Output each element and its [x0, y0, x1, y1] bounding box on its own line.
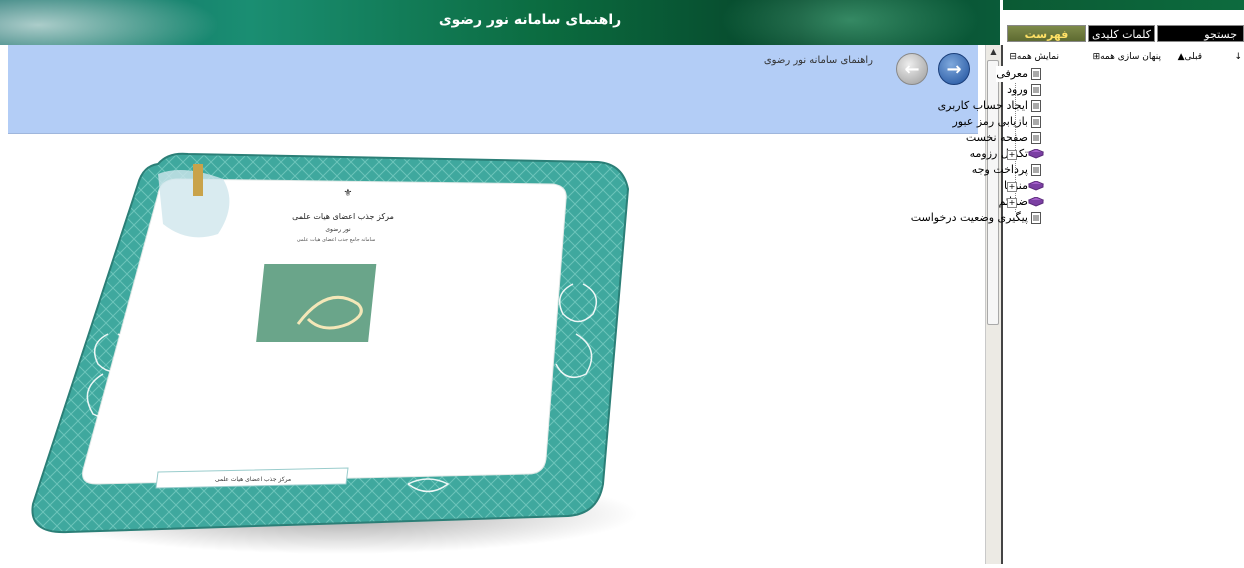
nav-tabs: فهرست کلمات کلیدی جستجو [1003, 25, 1244, 43]
toc-item[interactable]: صفحه نخست [966, 130, 1244, 146]
expand-toggle-icon[interactable]: + [1007, 150, 1017, 160]
topic-content: ⚜ مرکز جذب اعضای هیات علمی نور رضوی ساما… [8, 134, 978, 564]
page-icon [1031, 212, 1041, 224]
forward-button[interactable]: → [938, 53, 970, 85]
doc-emblem: ⚜ [344, 188, 353, 199]
page-icon [1031, 164, 1041, 176]
back-button[interactable]: ← [896, 53, 928, 85]
toc-item[interactable]: ایجاد حساب کاربری [938, 98, 1244, 114]
scroll-up-icon[interactable]: ▲ [986, 45, 1001, 59]
toc-item[interactable]: معرفی [996, 66, 1244, 82]
header-banner: راهنمای سامانه نور رضوی [0, 0, 1000, 45]
page-icon [1031, 100, 1041, 112]
toc-item[interactable]: پیگیری وضعیت درخواست [911, 210, 1244, 226]
arrow-right-icon: → [946, 58, 962, 80]
book-icon [1028, 149, 1044, 159]
topic-title: راهنمای سامانه نور رضوی [763, 55, 873, 66]
arrow-left-icon: ← [904, 58, 920, 80]
toc-folder[interactable]: تکمیل رزومه + [970, 146, 1244, 162]
toc-item-label: پیگیری وضعیت درخواست [910, 211, 1028, 224]
tab-keywords[interactable]: کلمات کلیدی [1088, 25, 1155, 42]
collapse-all-label: پنهان سازی همه [1100, 52, 1161, 62]
navigation-pane: فهرست کلمات کلیدی جستجو ↓ قبلی▲ پنهان سا… [911, 0, 1244, 564]
toc-item-label: معرفی [996, 66, 1028, 82]
toc-item[interactable]: بازیابی رمز عبور [952, 114, 1244, 130]
toc-item-label: ورود [1007, 83, 1028, 96]
toc-item-label: تکمیل رزومه [969, 147, 1028, 160]
previous-label: قبلی [1184, 52, 1203, 62]
topic-title-bar: راهنمای سامانه نور رضوی ← → [8, 45, 978, 134]
toc-item-label: ایجاد حساب کاربری [937, 99, 1028, 112]
move-down-button[interactable]: ↓ [1234, 52, 1242, 62]
expand-all-button[interactable]: نمایش همه⊟ [1009, 52, 1059, 62]
doc-header-line1: مرکز جذب اعضای هیات علمی [292, 212, 394, 221]
toc-item[interactable]: پرداخت وجه [972, 162, 1244, 178]
toc-tree: معرفی ورود ایجاد حساب کاربری بازیابی رمز… [911, 66, 1244, 226]
book-icon [1028, 197, 1044, 207]
frame-footer-label: مرکز جذب اعضای هیات علمی [215, 476, 291, 483]
page-icon [1031, 68, 1041, 80]
expand-toggle-icon[interactable]: + [1007, 198, 1017, 208]
banner-title: راهنمای سامانه نور رضوی [438, 12, 622, 28]
expand-toggle-icon[interactable]: + [1007, 182, 1017, 192]
top-strip [1003, 0, 1244, 10]
toc-folder[interactable]: منوها + [1003, 178, 1244, 194]
toc-item-label: صفحه نخست [965, 131, 1028, 144]
minus-box-icon: ⊟ [1009, 52, 1017, 62]
help-content-pane: راهنمای سامانه نور رضوی راهنمای سامانه ن… [0, 0, 1000, 564]
arrow-down-icon: ↓ [1234, 52, 1242, 62]
toc-folder[interactable]: ضمائم + [999, 194, 1244, 210]
tab-contents[interactable]: فهرست [1007, 25, 1086, 42]
intro-illustration: ⚜ مرکز جذب اعضای هیات علمی نور رضوی ساما… [31, 152, 638, 554]
toc-item[interactable]: ورود [1003, 82, 1244, 98]
doc-header-line3: سامانه جامع جذب اعضای هیات علمی [297, 237, 376, 243]
page-icon [1031, 132, 1041, 144]
doc-header-line2: نور رضوی [325, 226, 351, 233]
collapse-all-button[interactable]: پنهان سازی همه⊞ [1093, 52, 1161, 62]
page-icon [1031, 84, 1041, 96]
tab-search[interactable]: جستجو [1157, 25, 1244, 42]
toc-item-label: بازیابی رمز عبور [952, 115, 1028, 128]
toc-item-label: پرداخت وجه [971, 163, 1028, 176]
expand-all-label: نمایش همه [1016, 52, 1059, 62]
book-icon [1028, 181, 1044, 191]
arrow-up-icon: ▲ [1177, 52, 1185, 62]
page-icon [1031, 116, 1041, 128]
plus-box-icon: ⊞ [1092, 52, 1101, 62]
previous-button[interactable]: قبلی▲ [1178, 52, 1202, 62]
